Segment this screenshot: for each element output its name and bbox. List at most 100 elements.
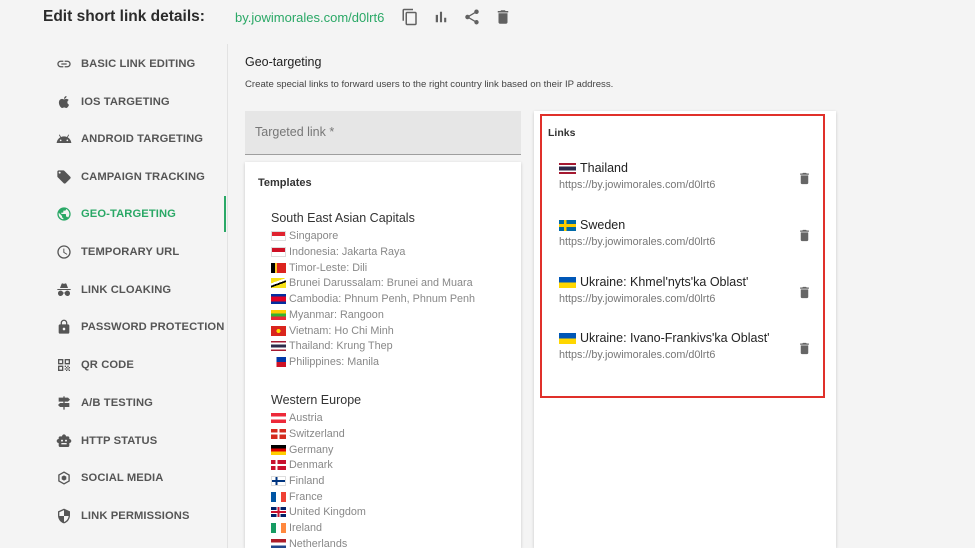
sidebar-item-geo-targeting[interactable]: GEO-TARGETING [55, 199, 230, 229]
trash-icon[interactable] [795, 283, 813, 301]
link-url: https://by.jowimorales.com/d0lrt6 [559, 179, 716, 191]
flag-ua-icon [559, 276, 576, 288]
sidebar-item-label: TEMPORARY URL [81, 246, 180, 258]
template-item[interactable]: Germany [271, 442, 333, 457]
sidebar-item-link-permissions[interactable]: LINK PERMISSIONS [55, 501, 230, 531]
page-title: Edit short link details: [43, 8, 205, 25]
flag-fi-icon [271, 475, 286, 486]
flag-vn-icon [271, 325, 286, 336]
template-item[interactable]: Myanmar: Rangoon [271, 307, 384, 322]
sidebar-item-label: GEO-TARGETING [81, 208, 176, 220]
robot-icon [55, 432, 73, 450]
hexagon-icon [55, 469, 73, 487]
section-title: Geo-targeting [245, 55, 322, 69]
sidebar-item-label: A/B TESTING [81, 397, 153, 409]
sidebar-item-label: PASSWORD PROTECTION [81, 321, 225, 333]
sidebar-item-campaign-tracking[interactable]: CAMPAIGN TRACKING [55, 162, 230, 192]
sidebar-item-label: IOS TARGETING [81, 96, 170, 108]
flag-tl-icon [271, 262, 286, 273]
template-group-title[interactable]: Western Europe [271, 393, 361, 407]
flag-at-icon [271, 412, 286, 423]
sidebar-item-ios-targeting[interactable]: IOS TARGETING [55, 87, 230, 117]
link-item[interactable]: Ukraine: Ivano-Frankivs'ka Oblast' https… [559, 331, 817, 371]
link-url: https://by.jowimorales.com/d0lrt6 [559, 293, 716, 305]
flag-sg-icon [271, 230, 286, 241]
flag-bn-icon [271, 277, 286, 288]
link-url: https://by.jowimorales.com/d0lrt6 [559, 349, 716, 361]
signpost-icon [55, 394, 73, 412]
sidebar-item-label: LINK CLOAKING [81, 284, 172, 296]
flag-fr-icon [271, 491, 286, 502]
template-item[interactable]: Finland [271, 473, 324, 488]
flag-ua-icon [559, 332, 576, 344]
share-icon[interactable] [462, 7, 482, 27]
template-item[interactable]: United Kingdom [271, 504, 366, 519]
flag-ch-icon [271, 428, 286, 439]
link-url: https://by.jowimorales.com/d0lrt6 [559, 236, 716, 248]
header: Edit short link details: by.jowimorales.… [0, 0, 975, 38]
template-item[interactable]: Cambodia: Phnum Penh, Phnum Penh [271, 291, 475, 306]
sidebar-item-link-cloaking[interactable]: LINK CLOAKING [55, 275, 230, 305]
link-item[interactable]: Thailand https://by.jowimorales.com/d0lr… [559, 161, 817, 201]
sidebar-item-temporary-url[interactable]: TEMPORARY URL [55, 237, 230, 267]
sidebar-item-basic-link-editing[interactable]: BASIC LINK EDITING [55, 49, 230, 79]
template-item[interactable]: Thailand: Krung Thep [271, 338, 393, 353]
sidebar-item-ab-testing[interactable]: A/B TESTING [55, 388, 230, 418]
template-group-title[interactable]: South East Asian Capitals [271, 211, 415, 225]
links-heading: Links [548, 127, 576, 139]
flag-nl-icon [271, 538, 286, 548]
templates-panel: Templates South East Asian Capitals Sing… [245, 162, 521, 548]
clock-icon [55, 243, 73, 261]
flag-ph-icon [271, 356, 286, 367]
template-item[interactable]: Austria [271, 410, 323, 425]
templates-heading: Templates [258, 177, 312, 189]
link-item[interactable]: Ukraine: Khmel'nyts'ka Oblast' https://b… [559, 275, 817, 315]
apple-icon [55, 93, 73, 111]
flag-de-icon [271, 444, 286, 455]
sidebar-item-http-status[interactable]: HTTP STATUS [55, 426, 230, 456]
flag-se-icon [559, 219, 576, 231]
flag-th-icon [559, 162, 576, 174]
template-item[interactable]: Timor-Leste: Dili [271, 260, 367, 275]
sidebar-item-social-media[interactable]: SOCIAL MEDIA [55, 463, 230, 493]
trash-icon[interactable] [795, 226, 813, 244]
flag-th-icon [271, 340, 286, 351]
link-country: Sweden [580, 218, 626, 232]
template-item[interactable]: Brunei Darussalam: Brunei and Muara [271, 275, 473, 290]
trash-icon[interactable] [493, 7, 513, 27]
copy-icon[interactable] [400, 7, 420, 27]
targeted-link-input[interactable]: Targeted link * [245, 111, 521, 155]
sidebar-item-label: ANDROID TARGETING [81, 133, 204, 145]
globe-icon [55, 205, 73, 223]
template-item[interactable]: France [271, 489, 323, 504]
sidebar-item-qr-code[interactable]: QR CODE [55, 350, 230, 380]
link-country: Ukraine: Ivano-Frankivs'ka Oblast' [580, 331, 770, 345]
short-url-link[interactable]: by.jowimorales.com/d0lrt6 [235, 10, 384, 25]
trash-icon[interactable] [795, 169, 813, 187]
sidebar-item-label: QR CODE [81, 359, 134, 371]
flag-id-icon [271, 246, 286, 257]
section-description: Create special links to forward users to… [245, 79, 614, 90]
template-item[interactable]: Denmark [271, 457, 333, 472]
flag-kh-icon [271, 293, 286, 304]
sidebar-item-label: HTTP STATUS [81, 435, 158, 447]
trash-icon[interactable] [795, 339, 813, 357]
android-icon [55, 130, 73, 148]
bar-chart-icon[interactable] [431, 7, 451, 27]
sidebar-item-password-protection[interactable]: PASSWORD PROTECTION [55, 312, 230, 342]
template-item[interactable]: Netherlands [271, 536, 347, 548]
link-country: Thailand [580, 161, 628, 175]
template-item[interactable]: Singapore [271, 228, 338, 243]
link-item[interactable]: Sweden https://by.jowimorales.com/d0lrt6 [559, 218, 817, 258]
tag-icon [55, 168, 73, 186]
sidebar-item-android-targeting[interactable]: ANDROID TARGETING [55, 124, 230, 154]
template-item[interactable]: Philippines: Manila [271, 354, 379, 369]
template-item[interactable]: Ireland [271, 520, 322, 535]
template-item[interactable]: Indonesia: Jakarta Raya [271, 244, 405, 259]
template-item[interactable]: Switzerland [271, 426, 345, 441]
sidebar-item-label: CAMPAIGN TRACKING [81, 171, 205, 183]
template-item[interactable]: Vietnam: Ho Chi Minh [271, 323, 394, 338]
link-country: Ukraine: Khmel'nyts'ka Oblast' [580, 275, 749, 289]
flag-dk-icon [271, 459, 286, 470]
shield-icon [55, 507, 73, 525]
